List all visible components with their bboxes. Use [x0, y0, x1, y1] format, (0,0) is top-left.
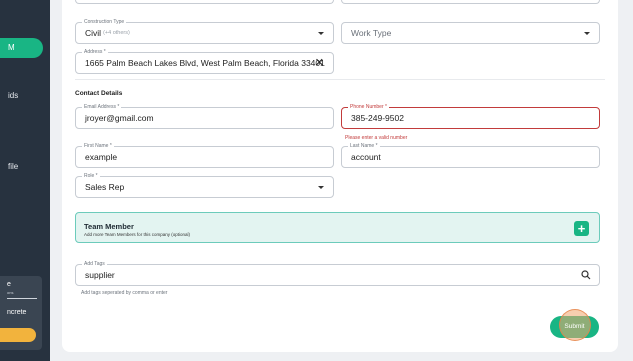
role-value: Sales Rep [85, 182, 125, 192]
plus-icon: + [577, 221, 586, 236]
work-type-placeholder: Work Type [351, 28, 392, 38]
tags-help-text: Add tags seperated by comma or enter [81, 290, 168, 296]
chevron-down-icon[interactable] [584, 32, 590, 35]
address-value: 1665 Palm Beach Lakes Blvd, West Palm Be… [85, 58, 325, 68]
phone-value: 385-249-9502 [351, 113, 404, 123]
email-value: jroyer@gmail.com [85, 113, 154, 123]
phone-error-message: Please enter a valid number [345, 135, 408, 141]
email-field[interactable]: Email Address * jroyer@gmail.com [75, 104, 334, 129]
construction-type-select[interactable]: Construction Type Civil (+4 others) [75, 19, 334, 44]
close-icon[interactable]: ✕ [315, 57, 324, 69]
section-divider [75, 79, 605, 80]
address-field[interactable]: Address * 1665 Palm Beach Lakes Blvd, We… [75, 49, 334, 74]
tags-input[interactable]: Add Tags supplier [75, 261, 600, 286]
sidebar-item-label: M [8, 43, 15, 52]
add-team-member-button[interactable]: + [574, 221, 589, 236]
team-member-panel: Team Member Add more Team Members for th… [75, 212, 600, 243]
last-name-field[interactable]: Last Name * account [341, 143, 600, 168]
work-type-select[interactable]: Work Type [341, 22, 600, 44]
contact-details-title: Contact Details [75, 90, 123, 97]
team-member-title: Team Member [84, 222, 134, 231]
partial-field-right[interactable] [341, 0, 600, 4]
construction-type-value: Civil [85, 28, 102, 38]
company-card-title: e [7, 281, 11, 288]
company-card-name: ncrete [7, 309, 27, 316]
chevron-down-icon[interactable] [318, 32, 324, 35]
tags-value: supplier [85, 270, 115, 280]
sidebar-company-card: e ons ncrete [0, 276, 42, 350]
construction-type-extra: (+4 others) [103, 30, 130, 36]
company-form-card: Construction Type Civil (+4 others) Work … [62, 0, 618, 352]
first-name-field[interactable]: First Name * example [75, 143, 334, 168]
first-name-value: example [85, 152, 118, 162]
team-member-subtitle: Add more Team Members for this company (… [84, 232, 190, 237]
partial-field-left[interactable] [75, 0, 334, 4]
submit-button-label: Submit [564, 323, 585, 330]
company-card-subtitle: ons [7, 290, 14, 295]
sidebar-item-active[interactable]: M [0, 38, 43, 58]
sidebar-item-label[interactable]: ids [8, 91, 18, 100]
sidebar: M ids file e ons ncrete [0, 0, 50, 361]
last-name-value: account [351, 152, 381, 162]
company-card-divider [7, 298, 37, 299]
sidebar-item-label[interactable]: file [8, 162, 18, 171]
phone-field[interactable]: Phone Number * 385-249-9502 [341, 104, 600, 129]
company-card-button[interactable] [0, 328, 36, 342]
search-icon[interactable] [581, 270, 591, 280]
role-select[interactable]: Role * Sales Rep [75, 173, 334, 198]
chevron-down-icon[interactable] [318, 186, 324, 189]
